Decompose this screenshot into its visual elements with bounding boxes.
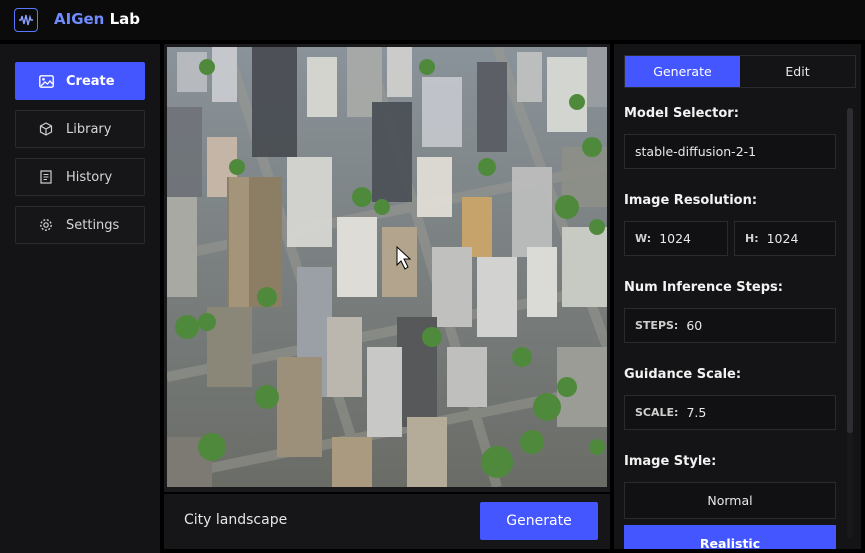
model-select[interactable]: stable-diffusion-2-1 [624, 134, 836, 169]
sidebar-item-settings[interactable]: Settings [15, 206, 145, 244]
generate-button[interactable]: Generate [480, 502, 598, 540]
steps-prefix: STEPS: [635, 319, 679, 332]
generated-image[interactable] [167, 47, 607, 487]
tab-generate[interactable]: Generate [625, 56, 740, 87]
guidance-value: 7.5 [686, 405, 707, 420]
settings-panel: Generate Edit Model Selector: stable-dif… [614, 44, 861, 549]
guidance-prefix: SCALE: [635, 406, 679, 419]
resolution-label: Image Resolution: [624, 193, 758, 208]
cube-icon [38, 121, 54, 137]
list-icon [38, 169, 54, 185]
sidebar-item-label: History [66, 169, 113, 185]
height-value: 1024 [766, 231, 799, 246]
image-icon [38, 73, 54, 89]
prompt-input[interactable]: City landscape [184, 512, 287, 528]
height-field[interactable]: H: 1024 [734, 221, 836, 256]
sidebar-item-history[interactable]: History [15, 158, 145, 196]
width-prefix: W: [635, 232, 652, 245]
scrollbar-thumb[interactable] [847, 108, 853, 433]
width-value: 1024 [659, 231, 692, 246]
top-bar: AIGen Lab [0, 0, 865, 40]
prompt-bar: City landscape Generate [164, 494, 610, 549]
model-label: Model Selector: [624, 106, 739, 121]
width-field[interactable]: W: 1024 [624, 221, 728, 256]
style-option-realistic[interactable]: Realistic [624, 525, 836, 549]
sidebar-item-label: Settings [66, 217, 120, 233]
tab-edit[interactable]: Edit [740, 56, 855, 87]
steps-label: Num Inference Steps: [624, 280, 783, 295]
style-option-normal[interactable]: Normal [624, 482, 836, 519]
panel-tabs: Generate Edit [624, 55, 856, 88]
guidance-label: Guidance Scale: [624, 367, 742, 382]
sidebar: Create Library History Settings [0, 44, 160, 553]
style-label: Image Style: [624, 454, 717, 469]
sidebar-item-create[interactable]: Create [15, 62, 145, 100]
waveform-icon [14, 8, 38, 32]
sidebar-item-library[interactable]: Library [15, 110, 145, 148]
gear-icon [38, 217, 54, 233]
image-canvas [164, 44, 610, 492]
sidebar-item-label: Create [66, 73, 115, 89]
sidebar-item-label: Library [66, 121, 112, 137]
guidance-field[interactable]: SCALE: 7.5 [624, 395, 836, 430]
steps-value: 60 [686, 318, 703, 333]
height-prefix: H: [745, 232, 759, 245]
steps-field[interactable]: STEPS: 60 [624, 308, 836, 343]
app-title: AIGen Lab [54, 10, 140, 28]
